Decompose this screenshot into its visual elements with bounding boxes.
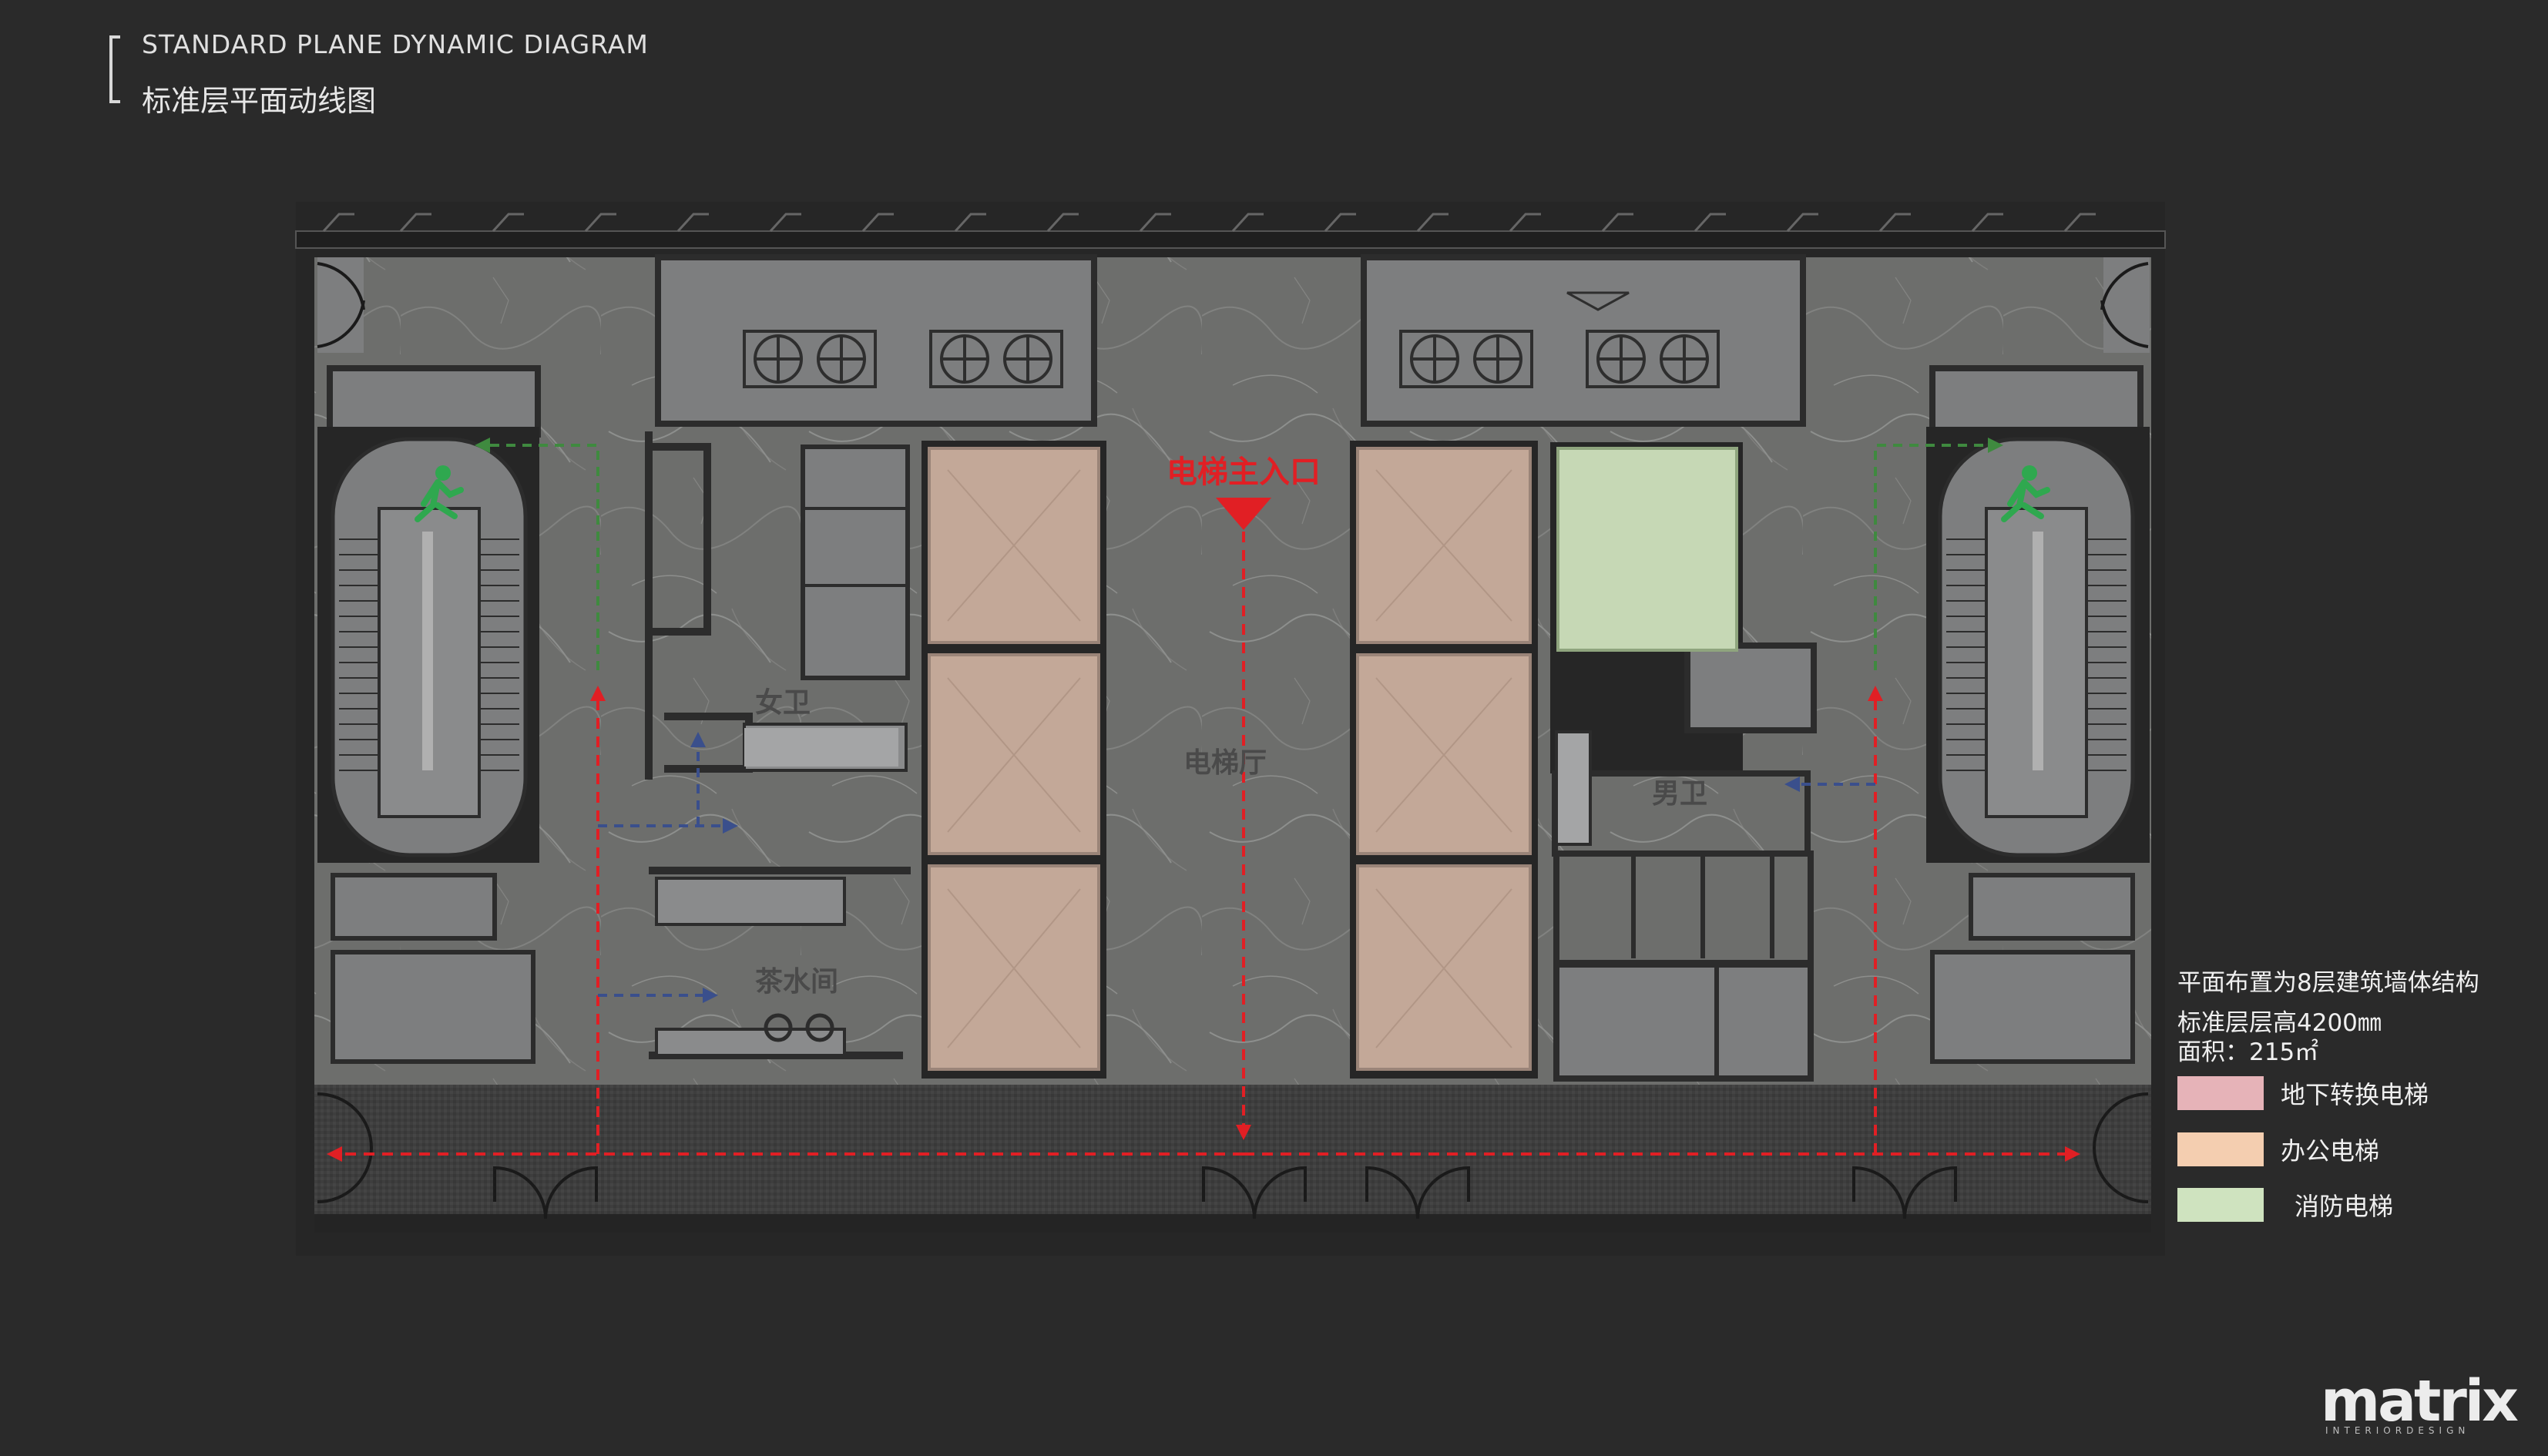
- legend-item-fire-elevator: 消防电梯: [2177, 1187, 2393, 1223]
- legend-label-transfer: 地下转换电梯: [2281, 1080, 2429, 1109]
- legend-swatch-office: [2177, 1132, 2264, 1166]
- brand-logo: matrix INTERIORDESIGN: [2321, 1368, 2529, 1436]
- pantry-lower-counter: [655, 1028, 846, 1057]
- floor-plan: 电梯主入口 电梯厅 女卫 茶水间 男卫: [295, 202, 2166, 1256]
- mechanical-room-right: [1361, 254, 1806, 427]
- note-structure: 平面布置为8层建筑墙体结构: [2177, 969, 2479, 997]
- legend-swatch-transfer: [2177, 1076, 2264, 1110]
- lobby-label: 电梯厅: [1183, 747, 1267, 779]
- legend-swatch-fire: [2177, 1188, 2264, 1222]
- entrance-label: 电梯主入口: [1167, 455, 1321, 490]
- legend-item-transfer-elevator: 地下转换电梯: [2177, 1075, 2429, 1111]
- diagram-page: STANDARD PLANE DYNAMIC DIAGRAM 标准层平面动线图: [0, 0, 2548, 1456]
- pantry-label: 茶水间: [755, 966, 838, 998]
- legend-item-office-elevator: 办公电梯: [2177, 1132, 2379, 1167]
- wash-basin-counter: [744, 728, 898, 767]
- note-area: 面积：215㎡: [2177, 1038, 2319, 1066]
- pantry-counter: [655, 877, 846, 926]
- legend-label-fire: 消防电梯: [2295, 1192, 2394, 1221]
- elevator-fire: [1556, 447, 1738, 652]
- womens-restroom-label: 女卫: [755, 687, 811, 719]
- elevator-cars-left: [928, 447, 1100, 1071]
- legend-label-office: 办公电梯: [2281, 1136, 2380, 1166]
- elevator-cars-right: [1356, 447, 1532, 1071]
- brand-tagline: INTERIORDESIGN: [2325, 1425, 2470, 1436]
- mens-restroom-label: 男卫: [1652, 778, 1707, 810]
